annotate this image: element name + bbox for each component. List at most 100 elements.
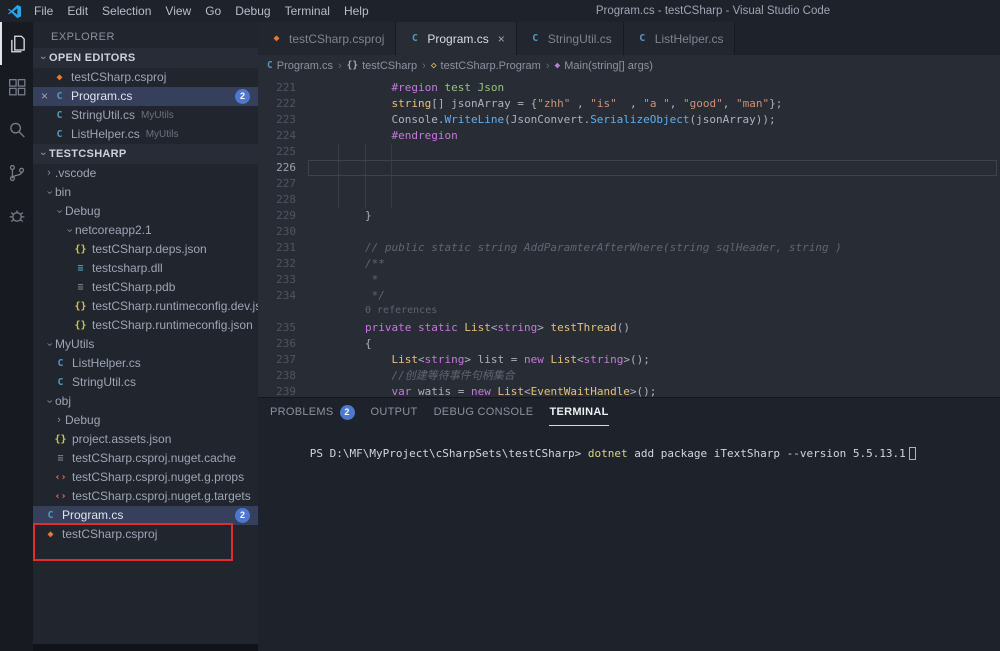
explorer-icon[interactable] <box>0 22 33 65</box>
tree-item[interactable]: CStringUtil.cs <box>33 373 258 392</box>
tree-item[interactable]: ›netcoreapp2.1 <box>33 221 258 240</box>
breadcrumb-item[interactable]: ◆Main(string[] args) <box>554 60 652 72</box>
tree-item[interactable]: ›Debug <box>33 411 258 430</box>
open-editor-item[interactable]: ◆testCSharp.csproj <box>33 68 258 87</box>
tree-item[interactable]: {}testCSharp.deps.json <box>33 240 258 259</box>
code-text: private static List<string> testThread() <box>296 320 630 336</box>
pdb-file-icon: ≡ <box>73 278 88 297</box>
code-line-233: 233 * <box>258 272 1000 288</box>
breadcrumb-item[interactable]: ◇testCSharp.Program <box>431 60 541 72</box>
tree-item-label: project.assets.json <box>72 430 171 449</box>
code-line-231: 231 // public static string AddParamterA… <box>258 240 1000 256</box>
tree-item[interactable]: {}testCSharp.runtimeconfig.dev.json <box>33 297 258 316</box>
line-number: 228 <box>258 192 296 208</box>
breadcrumb-item[interactable]: CProgram.cs <box>267 60 333 72</box>
source-control-icon[interactable] <box>0 151 33 194</box>
terminal-prompt: PS D:\MF\MyProject\cSharpSets\testCSharp… <box>310 447 588 460</box>
workspace-tree-header[interactable]: › TESTCSHARP <box>33 144 258 164</box>
breadcrumb-item[interactable]: {}testCSharp <box>347 60 417 72</box>
menu-debug[interactable]: Debug <box>228 4 277 18</box>
tree-item-label: StringUtil.cs <box>72 373 136 392</box>
code-text: #region test Json <box>296 80 504 96</box>
tree-item[interactable]: ›obj <box>33 392 258 411</box>
chevron-down-icon: › <box>60 225 79 237</box>
tab-ListHelper.cs[interactable]: CListHelper.cs <box>624 22 736 55</box>
menu-selection[interactable]: Selection <box>95 4 158 18</box>
tree-item[interactable]: {}testCSharp.runtimeconfig.json <box>33 316 258 335</box>
csproj-file-icon: ◆ <box>269 33 284 44</box>
json-file-icon: {} <box>73 297 88 316</box>
line-number: 226 <box>258 160 296 176</box>
code-line-229: 229 } <box>258 208 1000 224</box>
problems-count-badge: 2 <box>235 508 250 523</box>
close-icon[interactable]: × <box>37 87 52 106</box>
breadcrumb-separator-icon: › <box>541 60 555 72</box>
panel-tab-debug-console[interactable]: DEBUG CONSOLE <box>434 398 534 426</box>
code-text: var watis = new List<EventWaitHandle>(); <box>296 384 656 397</box>
json-file-icon: {} <box>53 430 68 449</box>
debug-icon[interactable] <box>0 194 33 237</box>
tree-item[interactable]: ›MyUtils <box>33 335 258 354</box>
tree-item[interactable]: ≡testCSharp.csproj.nuget.cache <box>33 449 258 468</box>
menu-go[interactable]: Go <box>198 4 228 18</box>
menu-file[interactable]: File <box>27 4 60 18</box>
tree-item[interactable]: ›.vscode <box>33 164 258 183</box>
window-title: Program.cs - testCSharp - Visual Studio … <box>596 5 830 17</box>
panel-tab-label: OUTPUT <box>371 406 418 418</box>
line-number: 224 <box>258 128 296 144</box>
line-number: 230 <box>258 224 296 240</box>
terminal-cursor <box>909 447 916 460</box>
open-editor-item[interactable]: CListHelper.csMyUtils <box>33 125 258 144</box>
tree-item-label: testCSharp.runtimeconfig.dev.json <box>92 297 258 316</box>
tree-item[interactable]: ‹›testCSharp.csproj.nuget.g.targets <box>33 487 258 506</box>
open-editor-label: Program.cs <box>71 87 132 106</box>
tree-item-label: testCSharp.csproj.nuget.g.targets <box>72 487 251 506</box>
tab-close-icon[interactable]: × <box>498 32 505 46</box>
chevron-down-icon: › <box>40 396 59 408</box>
menu-edit[interactable]: Edit <box>60 4 95 18</box>
cs-file-icon: C <box>528 33 543 44</box>
extensions-icon[interactable] <box>0 65 33 108</box>
xml-file-icon: ‹› <box>53 468 68 487</box>
tree-item[interactable]: ›bin <box>33 183 258 202</box>
tab-Program.cs[interactable]: CProgram.cs× <box>396 22 516 55</box>
line-number: 222 <box>258 96 296 112</box>
menu-terminal[interactable]: Terminal <box>278 4 337 18</box>
code-line-227: 227 <box>258 176 1000 192</box>
problems-count-badge: 2 <box>340 405 355 420</box>
code-text <box>296 224 312 240</box>
open-editors-header[interactable]: › OPEN EDITORS <box>33 48 258 68</box>
menu-view[interactable]: View <box>158 4 198 18</box>
tree-item[interactable]: {}project.assets.json <box>33 430 258 449</box>
tree-item[interactable]: CListHelper.cs <box>33 354 258 373</box>
line-number: 231 <box>258 240 296 256</box>
tree-item[interactable]: ≡testCSharp.pdb <box>33 278 258 297</box>
tree-item[interactable]: ›Debug <box>33 202 258 221</box>
terminal-command: dotnet add package iTextSharp --version … <box>588 447 906 460</box>
tab-testCSharp.csproj[interactable]: ◆testCSharp.csproj <box>258 22 396 55</box>
panel-tab-problems[interactable]: PROBLEMS2 <box>270 398 355 426</box>
panel-tab-output[interactable]: OUTPUT <box>371 398 418 426</box>
terminal[interactable]: PS D:\MF\MyProject\cSharpSets\testCSharp… <box>258 426 1000 651</box>
code-text: } <box>296 208 372 224</box>
code-editor[interactable]: 221 #region test Json222 string[] jsonAr… <box>258 76 1000 397</box>
tree-item-label: Debug <box>65 411 100 430</box>
line-number: 223 <box>258 112 296 128</box>
code-line-239: 239 var watis = new List<EventWaitHandle… <box>258 384 1000 397</box>
panel-tab-terminal[interactable]: TERMINAL <box>549 398 608 426</box>
cs-file-icon: C <box>53 354 68 373</box>
open-editor-item[interactable]: CStringUtil.csMyUtils <box>33 106 258 125</box>
open-editor-item[interactable]: ×CProgram.cs2 <box>33 87 258 106</box>
tab-StringUtil.cs[interactable]: CStringUtil.cs <box>517 22 624 55</box>
search-icon[interactable] <box>0 108 33 151</box>
codelens-references[interactable]: 0 references <box>258 304 1000 320</box>
cache-file-icon: ≡ <box>53 449 68 468</box>
menu-help[interactable]: Help <box>337 4 376 18</box>
code-line-223: 223 Console.WriteLine(JsonConvert.Serial… <box>258 112 1000 128</box>
line-number: 234 <box>258 288 296 304</box>
open-editors-header-label: OPEN EDITORS <box>49 52 136 64</box>
sidebar-explorer: EXPLORER › OPEN EDITORS ◆testCSharp.cspr… <box>33 22 258 651</box>
code-text <box>296 160 312 176</box>
tree-item[interactable]: ‹›testCSharp.csproj.nuget.g.props <box>33 468 258 487</box>
tree-item[interactable]: ≡testcsharp.dll <box>33 259 258 278</box>
